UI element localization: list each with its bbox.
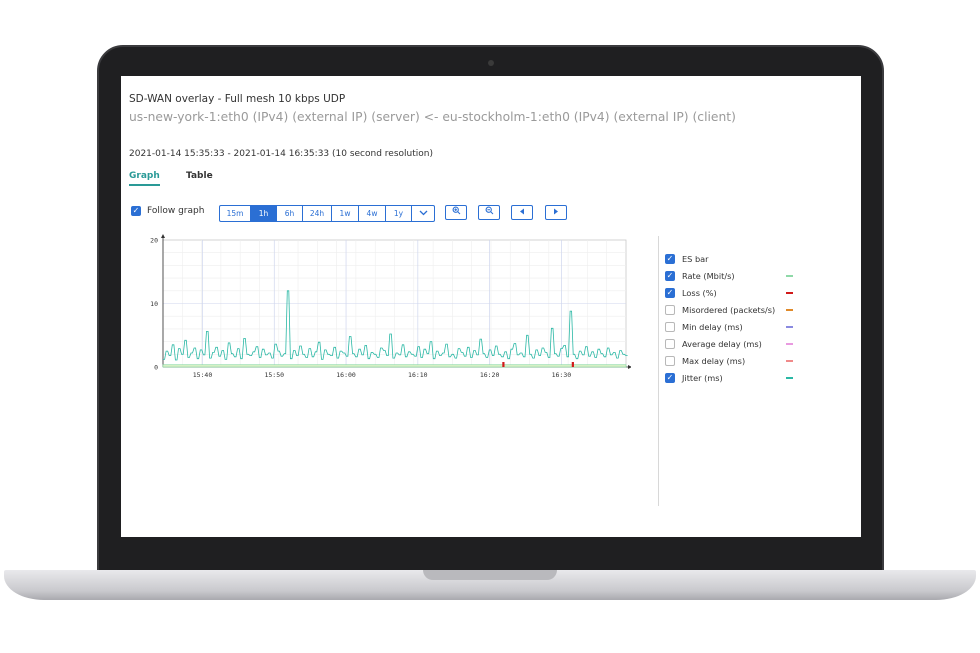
legend-item[interactable]: ✓ Rate (Mbit/s) xyxy=(665,267,793,284)
follow-graph-label: Follow graph xyxy=(147,206,205,216)
legend-divider xyxy=(658,236,659,506)
time-range-label: 2021-01-14 15:35:33 - 2021-01-14 16:35:3… xyxy=(129,149,433,159)
checkbox-unchecked-icon[interactable] xyxy=(665,355,675,366)
x-tick-label: 16:00 xyxy=(336,371,356,379)
legend-label: ES bar xyxy=(682,253,709,264)
chevron-down-icon xyxy=(419,210,427,216)
legend-item[interactable]: Max delay (ms) xyxy=(665,352,793,369)
loss-marker xyxy=(571,362,574,367)
zoom-out-icon xyxy=(485,206,493,215)
range-1w[interactable]: 1w xyxy=(332,206,359,221)
zoom-in-button[interactable] xyxy=(445,205,467,220)
legend-swatch xyxy=(786,275,793,277)
tab-graph[interactable]: Graph xyxy=(129,171,160,186)
x-tick-label: 16:10 xyxy=(408,371,428,379)
legend-item[interactable]: ✓ Loss (%) xyxy=(665,284,793,301)
legend-item[interactable]: ✓ Jitter (ms) xyxy=(665,369,793,386)
x-axis-arrow-icon xyxy=(628,365,631,369)
legend-swatch xyxy=(786,360,793,362)
tab-table[interactable]: Table xyxy=(186,171,213,181)
x-tick-label: 16:20 xyxy=(480,371,500,379)
checkbox-unchecked-icon[interactable] xyxy=(665,338,675,349)
legend-swatch xyxy=(786,309,793,311)
legend-label: Min delay (ms) xyxy=(682,321,743,332)
checkbox-checked-icon[interactable]: ✓ xyxy=(665,253,675,264)
range-dropdown[interactable] xyxy=(412,206,434,221)
triangle-right-icon xyxy=(554,208,558,215)
app-screen: SD-WAN overlay - Full mesh 10 kbps UDP u… xyxy=(121,76,861,537)
range-selector: 15m 1h 6h 24h 1w 4w 1y xyxy=(219,205,435,222)
x-tick-label: 16:30 xyxy=(552,371,572,379)
zoom-out-button[interactable] xyxy=(478,205,500,220)
legend-swatch xyxy=(786,292,793,294)
range-1h[interactable]: 1h xyxy=(251,206,277,221)
checkbox-unchecked-icon[interactable] xyxy=(665,304,675,315)
y-axis-arrow-icon xyxy=(161,234,165,238)
range-4w[interactable]: 4w xyxy=(359,206,386,221)
legend-swatch xyxy=(786,377,793,379)
legend-swatch xyxy=(786,326,793,328)
legend-label: Rate (Mbit/s) xyxy=(682,270,735,281)
legend-label: Max delay (ms) xyxy=(682,355,746,366)
legend-label: Loss (%) xyxy=(682,287,717,298)
y-tick-label: 0 xyxy=(154,364,158,372)
x-tick-label: 15:40 xyxy=(193,371,213,379)
rate-series-area xyxy=(162,364,627,368)
camera-icon xyxy=(488,60,494,66)
legend-item[interactable]: ✓ ES bar xyxy=(665,250,793,267)
laptop-notch xyxy=(423,570,557,580)
legend-swatch xyxy=(786,343,793,345)
legend: ✓ ES bar ✓ Rate (Mbit/s) ✓ Loss (%) Misordered… xyxy=(665,250,793,386)
legend-label: Misordered (packets/s) xyxy=(682,304,776,315)
page-subtitle: us-new-york-1:eth0 (IPv4) (external IP) … xyxy=(129,110,736,124)
legend-item[interactable]: Min delay (ms) xyxy=(665,318,793,335)
pan-right-button[interactable] xyxy=(545,205,567,220)
checkbox-checked-icon[interactable]: ✓ xyxy=(131,206,141,216)
zoom-in-icon xyxy=(452,206,460,215)
y-tick-label: 20 xyxy=(150,237,158,245)
range-24h[interactable]: 24h xyxy=(303,206,332,221)
jitter-chart: 15:40 15:50 16:00 16:10 16:20 16:30 0 10 20 xyxy=(150,234,631,379)
pan-left-button[interactable] xyxy=(511,205,533,220)
loss-marker xyxy=(502,362,505,367)
range-6h[interactable]: 6h xyxy=(277,206,303,221)
checkbox-checked-icon[interactable]: ✓ xyxy=(665,372,675,383)
y-tick-label: 10 xyxy=(150,300,158,308)
checkbox-checked-icon[interactable]: ✓ xyxy=(665,270,675,281)
checkbox-unchecked-icon[interactable] xyxy=(665,321,675,332)
page-title: SD-WAN overlay - Full mesh 10 kbps UDP xyxy=(129,93,346,105)
legend-label: Jitter (ms) xyxy=(682,372,723,383)
legend-item[interactable]: Average delay (ms) xyxy=(665,335,793,352)
follow-graph-toggle[interactable]: ✓ Follow graph xyxy=(131,206,204,216)
checkbox-checked-icon[interactable]: ✓ xyxy=(665,287,675,298)
triangle-left-icon xyxy=(520,208,524,215)
legend-item[interactable]: Misordered (packets/s) xyxy=(665,301,793,318)
x-tick-label: 15:50 xyxy=(264,371,284,379)
legend-label: Average delay (ms) xyxy=(682,338,762,349)
range-1y[interactable]: 1y xyxy=(386,206,412,221)
range-15m[interactable]: 15m xyxy=(220,206,251,221)
